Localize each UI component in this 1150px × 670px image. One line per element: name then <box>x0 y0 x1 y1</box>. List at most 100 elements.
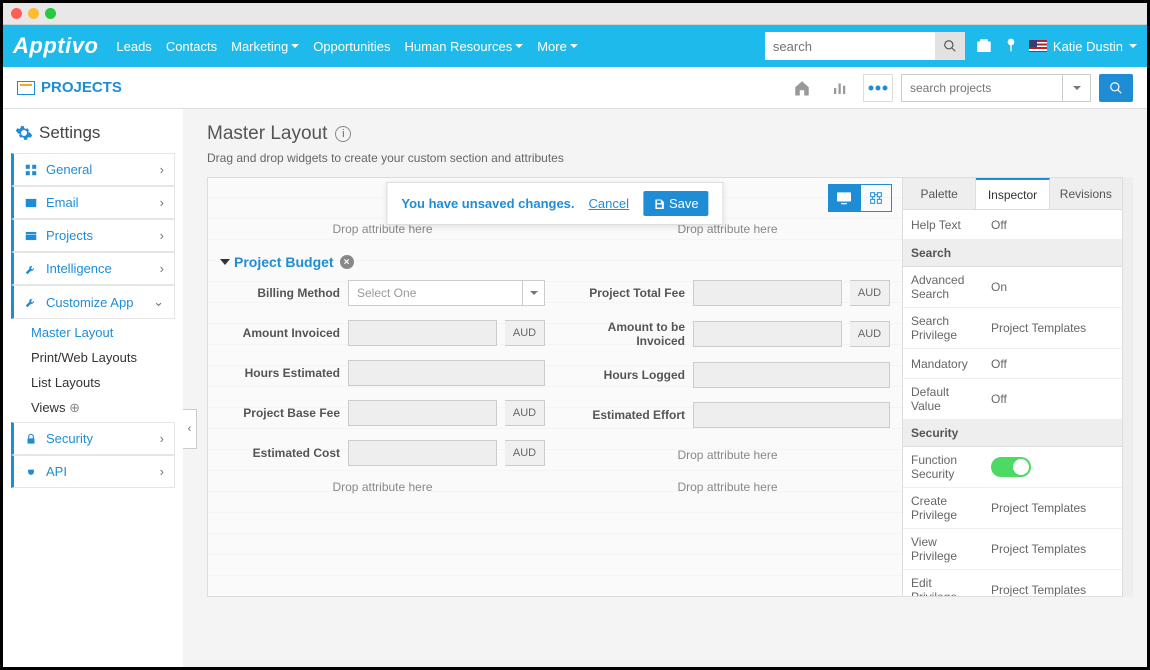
settings-heading: Settings <box>11 117 175 149</box>
module-search-button[interactable] <box>1099 74 1133 102</box>
field-estimated-cost[interactable]: Estimated CostAUD <box>220 440 545 466</box>
text-input[interactable] <box>348 320 497 346</box>
currency-suffix: AUD <box>505 320 545 346</box>
field-label: Billing Method <box>220 286 340 300</box>
analytics-icon[interactable] <box>825 74 855 102</box>
module-search-dropdown[interactable] <box>1062 75 1090 101</box>
sub-bar: PROJECTS <box>3 67 1147 109</box>
field-billing-method[interactable]: Billing Method Select One <box>220 280 545 306</box>
desktop-view-toggle[interactable] <box>828 184 860 212</box>
flag-icon <box>1029 40 1047 52</box>
mail-icon <box>24 196 38 210</box>
field-label: Estimated Effort <box>565 408 685 422</box>
sidebar-item-intelligence[interactable]: Intelligence› <box>11 252 175 285</box>
sidebar-item-email[interactable]: Email› <box>11 186 175 219</box>
delete-section-icon[interactable]: × <box>340 255 354 269</box>
inspector-row[interactable]: MandatoryOff <box>903 349 1122 379</box>
chevron-right-icon: › <box>160 228 164 243</box>
nav-link-human-resources[interactable]: Human Resources <box>405 39 524 54</box>
currency-suffix: AUD <box>505 400 545 426</box>
sidebar-sub-list-layouts[interactable]: List Layouts <box>31 375 175 390</box>
sidebar-item-api[interactable]: API› <box>11 455 175 488</box>
cancel-link[interactable]: Cancel <box>589 196 629 211</box>
inspector-row[interactable]: Default ValueOff <box>903 379 1122 420</box>
field-amount-invoiced[interactable]: Amount Invoiced AUD <box>220 320 545 346</box>
user-menu[interactable]: Katie Dustin <box>1029 39 1137 54</box>
home-icon[interactable] <box>787 74 817 102</box>
field-hours-logged[interactable]: Hours Logged <box>565 362 890 388</box>
notifications-icon[interactable] <box>1003 38 1019 54</box>
layout-canvas[interactable]: You have unsaved changes. Cancel Save Dr… <box>207 177 903 597</box>
module-search-input[interactable] <box>902 75 1062 101</box>
nav-link-contacts[interactable]: Contacts <box>166 39 217 54</box>
inspector-row[interactable]: Edit PrivilegeProject Templates <box>903 570 1122 596</box>
sidebar-item-customize-app[interactable]: Customize App⌄ <box>11 285 175 319</box>
mac-min[interactable] <box>28 8 39 19</box>
tab-palette[interactable]: Palette <box>903 178 976 209</box>
nav-link-opportunities[interactable]: Opportunities <box>313 39 390 54</box>
text-input[interactable] <box>348 400 497 426</box>
sidebar-collapse-handle[interactable]: ‹ <box>183 409 197 449</box>
main-area: Master Layout i Drag and drop widgets to… <box>183 109 1147 667</box>
field-amount-to-be-invoiced[interactable]: Amount to be InvoicedAUD <box>565 320 890 348</box>
global-search-button[interactable] <box>935 32 965 60</box>
toggle-switch[interactable] <box>991 457 1031 477</box>
field-project-base-fee[interactable]: Project Base FeeAUD <box>220 400 545 426</box>
caret-down-icon <box>570 44 578 48</box>
mobile-view-toggle[interactable] <box>860 184 892 212</box>
nav-link-marketing[interactable]: Marketing <box>231 39 299 54</box>
text-input[interactable] <box>693 402 890 428</box>
field-project-total-fee[interactable]: Project Total FeeAUD <box>565 280 890 306</box>
inspector-row[interactable]: View PrivilegeProject Templates <box>903 529 1122 570</box>
settings-sidebar: Settings General›Email›Projects›Intellig… <box>3 109 183 667</box>
proj-icon <box>24 229 38 243</box>
more-actions-icon[interactable] <box>863 74 893 102</box>
inspector-section-search: Search <box>903 240 1122 267</box>
text-input[interactable] <box>693 362 890 388</box>
panel-scrollbar[interactable] <box>1123 177 1133 597</box>
drop-hint: Drop attribute here <box>565 448 890 462</box>
chevron-right-icon: › <box>160 464 164 479</box>
inspector-row[interactable]: Create PrivilegeProject Templates <box>903 488 1122 529</box>
nav-link-more[interactable]: More <box>537 39 578 54</box>
text-input[interactable] <box>348 360 545 386</box>
tab-revisions[interactable]: Revisions <box>1050 178 1122 209</box>
sidebar-item-general[interactable]: General› <box>11 153 175 186</box>
sidebar-sub-views[interactable]: Views ⊕ <box>31 400 175 416</box>
info-icon[interactable]: i <box>335 126 351 142</box>
chevron-right-icon: › <box>160 162 164 177</box>
section-header[interactable]: Project Budget × <box>222 254 890 270</box>
plug-icon <box>24 465 38 479</box>
sidebar-sub-master-layout[interactable]: Master Layout <box>31 325 175 340</box>
brand-logo[interactable]: Apptivo <box>13 33 98 59</box>
field-label: Amount Invoiced <box>220 326 340 340</box>
sidebar-item-security[interactable]: Security› <box>11 422 175 455</box>
mac-max[interactable] <box>45 8 56 19</box>
sidebar-sub-print-web-layouts[interactable]: Print/Web Layouts <box>31 350 175 365</box>
mac-close[interactable] <box>11 8 22 19</box>
text-input[interactable] <box>348 440 497 466</box>
wrench-icon <box>24 295 38 309</box>
inspector-row[interactable]: Function Security <box>903 447 1122 488</box>
global-search-input[interactable] <box>765 32 935 60</box>
select-input[interactable]: Select One <box>348 280 545 306</box>
field-label: Estimated Cost <box>220 446 340 460</box>
text-input[interactable] <box>693 280 842 306</box>
tab-inspector[interactable]: Inspector <box>976 178 1049 209</box>
inspector-row[interactable]: Advanced SearchOn <box>903 267 1122 308</box>
field-estimated-effort[interactable]: Estimated Effort <box>565 402 890 428</box>
inspector-row[interactable]: Search PrivilegeProject Templates <box>903 308 1122 349</box>
currency-suffix: AUD <box>850 280 890 306</box>
module-search <box>901 74 1091 102</box>
module-title[interactable]: PROJECTS <box>17 79 122 96</box>
save-button[interactable]: Save <box>643 191 709 216</box>
app-switcher-icon[interactable] <box>975 37 993 55</box>
text-input[interactable] <box>693 321 842 347</box>
field-hours-estimated[interactable]: Hours Estimated <box>220 360 545 386</box>
inspector-panel: PaletteInspectorRevisions Help TextOffSe… <box>903 177 1123 597</box>
nav-link-leads[interactable]: Leads <box>116 39 151 54</box>
inspector-row[interactable]: Help TextOff <box>903 210 1122 240</box>
gear-icon <box>15 124 33 142</box>
sidebar-item-projects[interactable]: Projects› <box>11 219 175 252</box>
chevron-right-icon: › <box>160 261 164 276</box>
